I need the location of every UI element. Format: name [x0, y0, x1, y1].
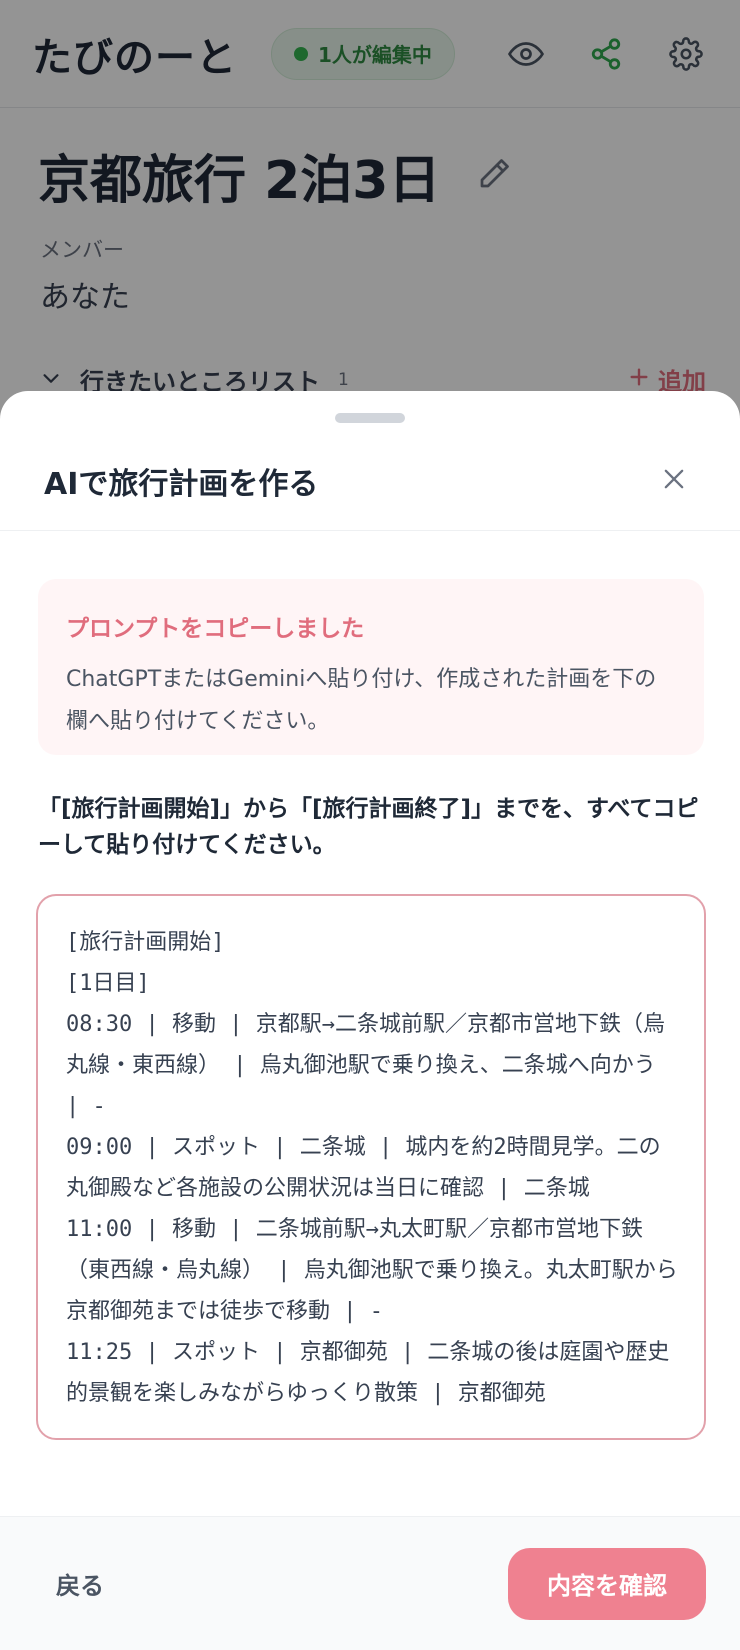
back-button[interactable]: 戻る	[56, 1566, 104, 1601]
paste-instruction: 「[旅行計画開始]」から「[旅行計画終了]」までを、すべてコピーして貼り付けてく…	[38, 796, 699, 858]
plan-paste-textarea[interactable]: [旅行計画開始] [1日目] 08:30 | 移動 | 京都駅→二条城前駅／京都…	[36, 894, 706, 1440]
close-button[interactable]	[652, 459, 696, 503]
close-icon	[660, 465, 688, 497]
prompt-copied-notice: プロンプトをコピーしました ChatGPTまたはGeminiへ貼り付け、作成され…	[38, 579, 704, 755]
sheet-footer: 戻る 内容を確認	[0, 1516, 740, 1650]
notice-title: プロンプトをコピーしました	[66, 616, 365, 642]
sheet-header: AIで旅行計画を作る	[0, 431, 740, 531]
notice-body: ChatGPTまたはGeminiへ貼り付け、作成された計画を下の欄へ貼り付けてく…	[66, 667, 657, 734]
confirm-button[interactable]: 内容を確認	[508, 1547, 706, 1620]
sheet-title: AIで旅行計画を作る	[44, 466, 319, 502]
ai-plan-bottom-sheet: AIで旅行計画を作る プロンプトをコピーしました ChatGPTまたはGemin…	[0, 391, 740, 1650]
sheet-drag-handle[interactable]	[335, 413, 405, 423]
